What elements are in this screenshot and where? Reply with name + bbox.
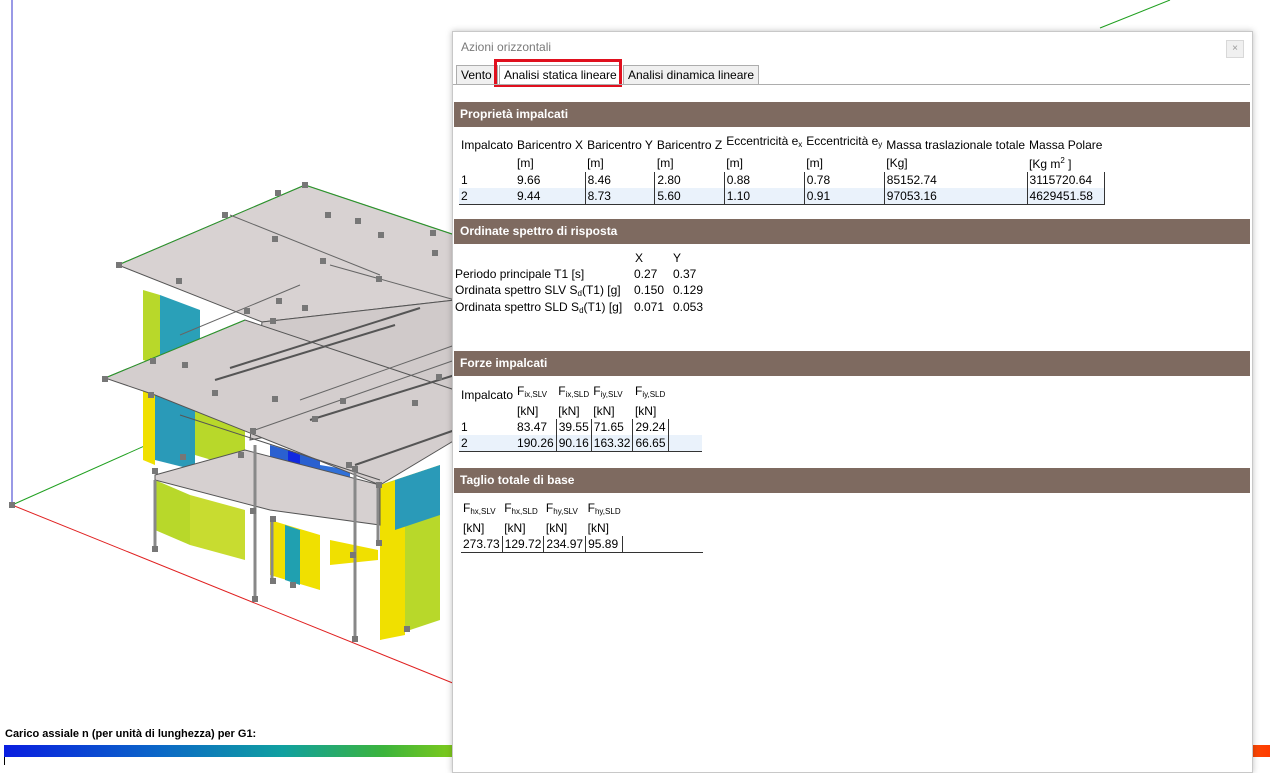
col-header: Fix,SLV: [517, 384, 547, 399]
origin-node: [9, 502, 15, 508]
cell: 129.72: [502, 536, 545, 553]
col-header: Massa traslazionale totale: [886, 138, 1026, 152]
cell: 5.60: [654, 188, 725, 205]
section-header-ordinate-spettro: Ordinate spettro di risposta: [454, 219, 1250, 244]
cell: 1.10: [724, 188, 805, 205]
table-row-selected[interactable]: 2 190.26 90.16 163.32 66.65: [459, 435, 702, 452]
unit: [kN]: [587, 521, 609, 535]
table-row[interactable]: 273.73 129.72 234.97 95.89: [461, 536, 703, 553]
unit: [m]: [806, 155, 823, 170]
col-header: Fix,SLD: [558, 384, 590, 399]
tab-analisi-dinamica-lineare[interactable]: Analisi dinamica lineare: [623, 65, 759, 84]
azioni-orizzontali-dialog: Azioni orizzontali × Vento Analisi stati…: [452, 31, 1253, 773]
cell: 39.55: [556, 419, 592, 435]
col-header: Baricentro Y: [587, 138, 653, 152]
cell: 95.89: [585, 536, 624, 553]
col-header: Fhy,SLD: [587, 501, 621, 516]
cell: 71.65: [591, 419, 634, 435]
unit: [kN]: [463, 521, 485, 535]
y-axis-far: [1099, 0, 1171, 29]
col-header: Fhy,SLV: [545, 501, 578, 516]
unit: [459, 153, 515, 172]
section-header-taglio-totale: Taglio totale di base: [454, 468, 1250, 493]
legend-tick: [4, 757, 5, 765]
col-header: Fhx,SLV: [463, 501, 496, 516]
col-header: Eccentricità ey: [806, 134, 883, 149]
spettro-row-x: 0.150: [634, 283, 665, 297]
cell: 0.78: [804, 172, 885, 188]
cell: 273.73: [461, 536, 503, 553]
unit: [m]: [726, 155, 743, 170]
cell: 1: [461, 173, 468, 187]
table-taglio-totale: Fhx,SLV Fhx,SLD Fhy,SLV Fhy,SLD [kN] [kN…: [461, 500, 703, 553]
unit: [kN]: [545, 521, 568, 535]
cell: 83.47: [515, 419, 557, 435]
unit: [Kg m2 ]: [1029, 156, 1072, 171]
spettro-col-y: Y: [673, 251, 682, 265]
cell: 2.80: [654, 172, 725, 188]
cell: 234.97: [543, 536, 587, 553]
col-header: Impalcato: [461, 388, 514, 402]
cell: 29.24: [632, 419, 669, 435]
unit: [m]: [517, 155, 534, 170]
legend-label: Carico assiale n (per unità di lunghezza…: [5, 728, 257, 740]
col-header: Impalcato: [461, 138, 514, 152]
spettro-row-x: 0.27: [634, 267, 658, 281]
spettro-row-y: 0.129: [673, 283, 704, 297]
unit: [kN]: [558, 404, 580, 418]
cell: 0.88: [724, 172, 805, 188]
spettro-row-label: Periodo principale T1 [s]: [455, 267, 585, 281]
spettro-row-label: Ordinata spettro SLV Sd(T1) [g]: [455, 283, 621, 298]
cell: 0.91: [804, 188, 885, 205]
cell: 9.44: [515, 188, 586, 205]
close-icon[interactable]: ×: [1226, 40, 1244, 58]
unit: [kN]: [504, 521, 526, 535]
table-row[interactable]: 1 83.47 39.55 71.65 29.24: [459, 419, 702, 435]
cell: 66.65: [632, 435, 669, 452]
cell: 90.16: [556, 435, 592, 452]
dialog-title: Azioni orizzontali: [461, 40, 552, 54]
cell: 163.32: [591, 435, 634, 452]
cell: 85152.74: [884, 172, 1028, 188]
unit: [kN]: [593, 404, 615, 418]
col-header: Eccentricità ex: [726, 134, 803, 149]
tab-highlight-box: [494, 59, 622, 87]
cell: 2: [459, 188, 516, 205]
table-row-selected[interactable]: 2 9.44 8.73 5.60 1.10 0.91 97053.16 4629…: [459, 188, 1105, 205]
col-header: Baricentro Z: [656, 138, 723, 152]
table-row[interactable]: 1 9.66 8.46 2.80 0.88 0.78 85152.74 3115…: [459, 172, 1105, 188]
col-header: Fhx,SLD: [504, 501, 538, 516]
cell: 97053.16: [884, 188, 1028, 205]
col-header: Baricentro X: [517, 138, 584, 152]
tab-content: Proprietà impalcati Impalcato Baricentro…: [453, 85, 1250, 771]
unit: [kN]: [517, 404, 539, 418]
col-header: Fiy,SLV: [593, 384, 623, 399]
cell: 3115720.64: [1027, 172, 1105, 188]
section-header-proprieta-impalcati: Proprietà impalcati: [454, 102, 1250, 127]
table-forze-impalcati: Impalcato Fix,SLV Fix,SLD Fiy,SLV Fiy,SL…: [459, 383, 702, 452]
cell: 4629451.58: [1027, 188, 1105, 205]
cell: 8.46: [585, 172, 656, 188]
table-proprieta-impalcati: Impalcato Baricentro X Baricentro Y Bari…: [459, 133, 1105, 205]
col-header: Massa Polare: [1029, 138, 1103, 152]
col-header: Fiy,SLD: [634, 384, 666, 399]
unit: [m]: [587, 155, 604, 170]
spettro-row-label: Ordinata spettro SLD Sd(T1) [g]: [455, 300, 623, 315]
spettro-row-y: 0.053: [673, 300, 704, 314]
cell: 9.66: [515, 172, 586, 188]
cell: 190.26: [515, 435, 557, 452]
cell: 2: [459, 435, 516, 452]
unit: [kN]: [634, 404, 657, 418]
unit: [m]: [656, 155, 674, 170]
spettro-row-y: 0.37: [673, 267, 697, 281]
cell: 8.73: [585, 188, 656, 205]
spettro-col-x: X: [635, 251, 644, 265]
unit: [459, 403, 515, 419]
unit: [Kg]: [886, 155, 908, 170]
tab-vento[interactable]: Vento: [456, 65, 498, 84]
spettro-row-x: 0.071: [634, 300, 665, 314]
section-header-forze-impalcati: Forze impalcati: [454, 351, 1250, 376]
cell: 1: [461, 420, 468, 434]
